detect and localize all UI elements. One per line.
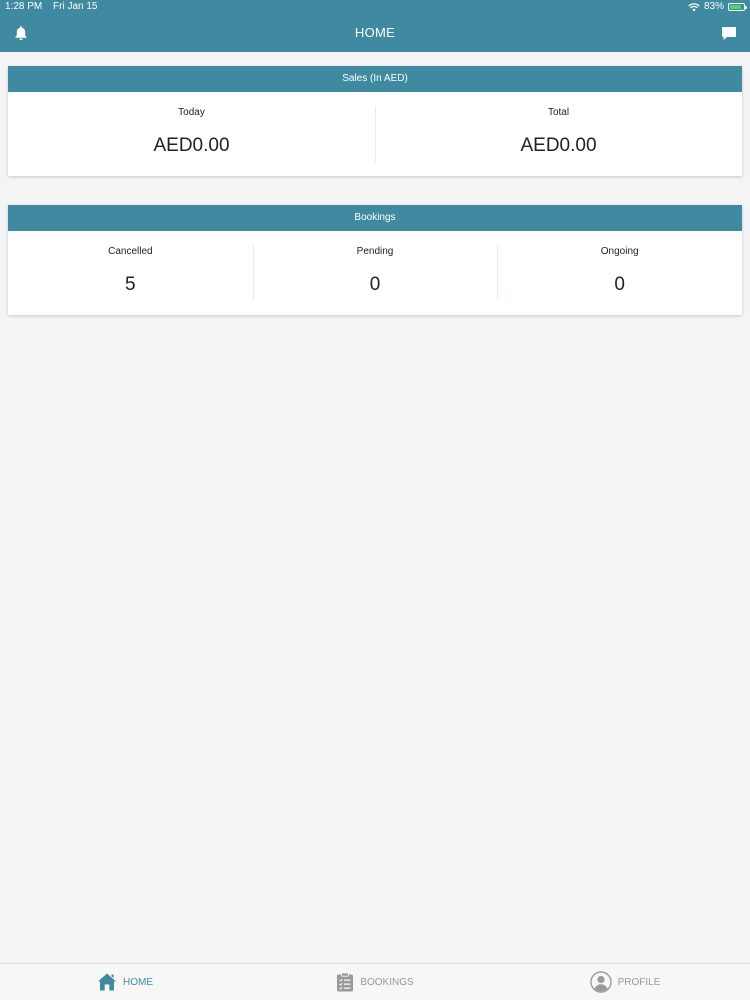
bookings-cancelled-value: 5 <box>125 274 136 295</box>
sales-total: Total AED0.00 <box>375 92 742 176</box>
user-circle-icon <box>589 971 612 993</box>
tab-bookings-label: BOOKINGS <box>360 976 414 988</box>
tab-bar: HOME BOOKINGS PROFILE <box>0 963 750 1000</box>
status-date: Fri Jan 15 <box>53 1 98 12</box>
sales-today-value: AED0.00 <box>153 135 230 156</box>
bookings-card-header: Bookings <box>8 205 742 231</box>
bookings-pending-value: 0 <box>369 274 381 295</box>
status-time: 1:28 PM <box>5 1 43 12</box>
bookings-pending[interactable]: Pending 0 <box>252 231 498 315</box>
page-title: HOME <box>354 25 396 40</box>
status-bar: 1:28 PM Fri Jan 15 83% <box>0 0 750 14</box>
status-right: 83% <box>688 0 747 14</box>
bookings-card-body: Cancelled 5 Pending 0 Ongoing 0 <box>8 231 742 315</box>
bookings-card: Bookings Cancelled 5 Pending 0 Ongoing 0 <box>8 205 742 315</box>
status-left: 1:28 PM Fri Jan 15 <box>5 0 106 14</box>
bookings-ongoing[interactable]: Ongoing 0 <box>497 231 742 315</box>
clipboard-list-icon <box>337 972 354 992</box>
home-icon <box>98 973 116 991</box>
tab-bookings[interactable]: BOOKINGS <box>250 964 500 1000</box>
wifi-icon <box>688 2 700 11</box>
sales-card-body: Today AED0.00 Total AED0.00 <box>8 92 742 176</box>
sales-today-label: Today <box>178 107 205 118</box>
tab-home-label: HOME <box>123 976 153 988</box>
tab-profile[interactable]: PROFILE <box>500 964 750 1000</box>
tab-home[interactable]: HOME <box>0 964 250 1000</box>
chat-icon[interactable] <box>721 25 737 41</box>
sales-card: Sales (In AED) Today AED0.00 Total AED0.… <box>8 66 742 176</box>
sales-total-label: Total <box>547 107 570 118</box>
nav-bar: HOME <box>0 14 750 52</box>
tab-profile-label: PROFILE <box>617 976 661 988</box>
bookings-pending-label: Pending <box>356 246 394 257</box>
bookings-ongoing-value: 0 <box>614 274 625 295</box>
battery-percent: 83% <box>703 1 724 12</box>
bookings-ongoing-label: Ongoing <box>600 246 639 257</box>
sales-today: Today AED0.00 <box>8 92 375 176</box>
sales-card-header: Sales (In AED) <box>8 66 742 92</box>
sales-total-value: AED0.00 <box>520 135 597 156</box>
bookings-cancelled-label: Cancelled <box>108 246 153 257</box>
battery-icon <box>728 3 747 11</box>
bookings-cancelled[interactable]: Cancelled 5 <box>8 231 253 315</box>
